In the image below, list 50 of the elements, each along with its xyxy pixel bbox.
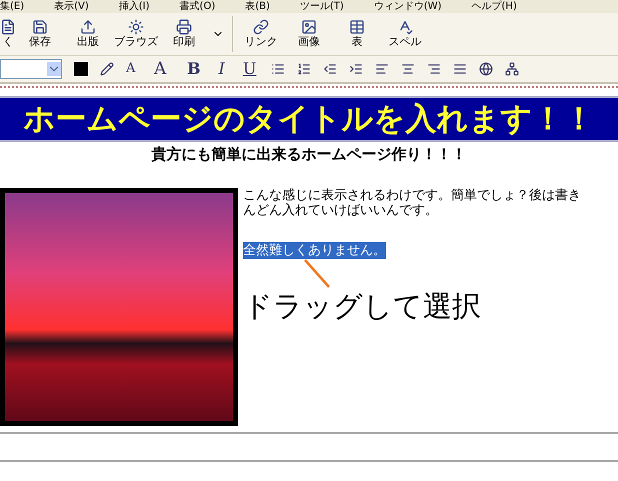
- bullet-list-icon[interactable]: [271, 62, 286, 76]
- table-icon: [349, 19, 365, 35]
- toolbar-button[interactable]: 印刷: [160, 14, 208, 54]
- color-swatch-icon[interactable]: [74, 62, 88, 76]
- toolbar-button[interactable]: 表: [333, 14, 381, 54]
- menu-item[interactable]: 表示(V): [54, 1, 89, 13]
- menu-item[interactable]: ツール(T): [300, 1, 344, 13]
- toolbar-button[interactable]: 画像: [285, 14, 333, 54]
- sun-icon: [128, 19, 144, 35]
- menu-item[interactable]: 集(E): [0, 1, 24, 13]
- annotation-text: ドラッグして選択: [243, 289, 482, 323]
- toolbar-button[interactable]: 保存: [16, 14, 64, 54]
- numbered-list-icon[interactable]: [297, 62, 312, 76]
- menu-item[interactable]: 挿入(I): [118, 1, 150, 13]
- banner-title: ホームページのタイトルを入れます！！: [24, 100, 594, 139]
- menu-item[interactable]: 表(B): [245, 1, 270, 13]
- font-dropdown[interactable]: [0, 59, 62, 79]
- align-left-icon[interactable]: [375, 62, 390, 76]
- selected-text[interactable]: 全然難しくありません。: [243, 242, 386, 259]
- align-center-icon[interactable]: [401, 62, 416, 76]
- font-size-down-icon[interactable]: A: [126, 61, 142, 77]
- image-icon: [301, 19, 317, 35]
- dropdown-caret-icon: [47, 62, 61, 76]
- italic-button[interactable]: I: [216, 57, 228, 81]
- upload-icon: [80, 19, 96, 35]
- align-justify-icon[interactable]: [453, 62, 468, 76]
- save-icon: [32, 19, 48, 35]
- align-right-icon[interactable]: [427, 62, 442, 76]
- link-icon: [253, 19, 269, 35]
- outdent-icon[interactable]: [323, 62, 338, 76]
- paragraph-line: こんな感じに表示されるわけです。簡単でしょ？後は書き: [243, 188, 582, 203]
- menu-item[interactable]: 書式(O): [180, 1, 216, 13]
- toolbar-button[interactable]: く: [0, 14, 16, 54]
- page-icon: [0, 19, 16, 35]
- toolbar-button[interactable]: スペル: [381, 14, 429, 54]
- bold-button[interactable]: B: [184, 57, 204, 81]
- underline-button[interactable]: U: [240, 57, 260, 81]
- pencil-icon[interactable]: [100, 62, 114, 76]
- globe-icon[interactable]: [479, 62, 494, 76]
- toolbar-button[interactable]: ブラウズ: [112, 14, 160, 54]
- toolbar-button[interactable]: 出版: [64, 14, 112, 54]
- indent-icon[interactable]: [349, 62, 364, 76]
- font-size-up-icon[interactable]: A: [154, 60, 172, 78]
- subtitle: 貴方にも簡単に出来るホームページ作り！！！: [150, 144, 468, 164]
- paragraph-line: んどん入れていけばいいんです。: [243, 203, 439, 218]
- menu-item[interactable]: ウィンドウ(W): [374, 1, 442, 13]
- printer-icon: [176, 19, 192, 35]
- toolbar-button[interactable]: リンク: [237, 14, 285, 54]
- network-icon[interactable]: [505, 62, 520, 76]
- menu-item[interactable]: ヘルプ(H): [472, 1, 517, 13]
